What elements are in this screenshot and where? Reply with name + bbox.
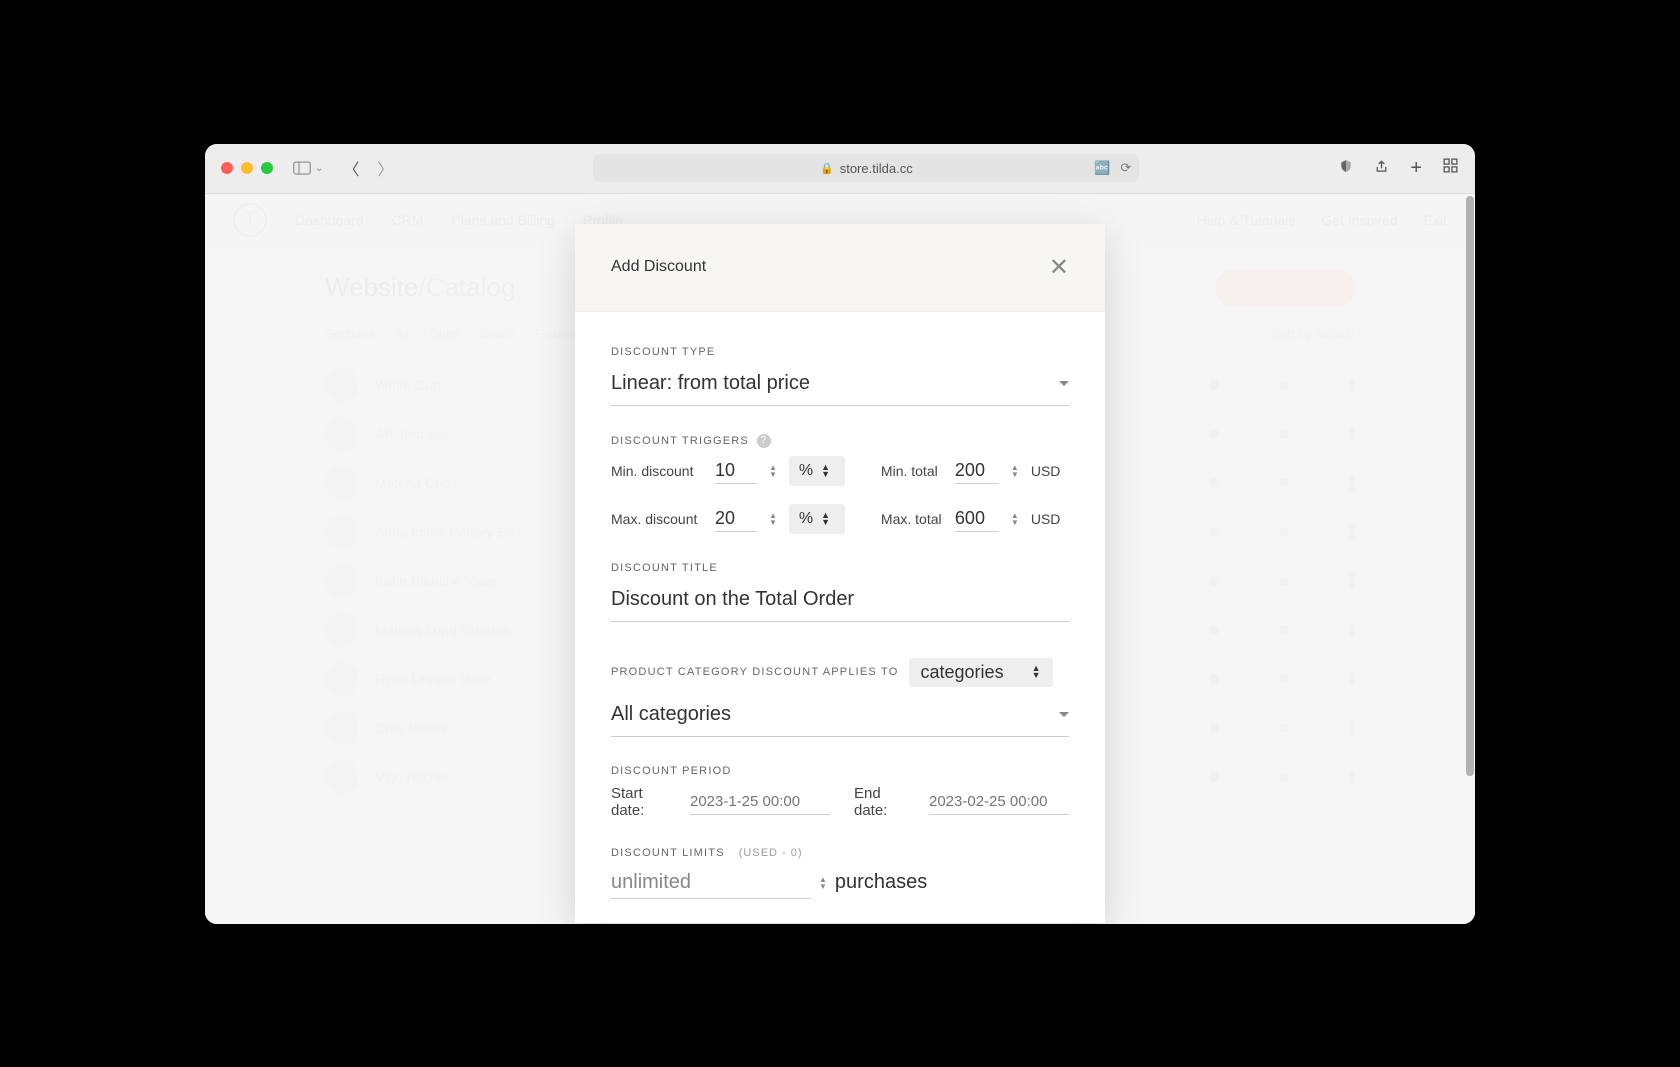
min-discount-label: Min. discount: [611, 463, 703, 479]
discount-type-value: Linear: from total price: [611, 372, 810, 395]
max-discount-input[interactable]: [715, 506, 757, 532]
lock-icon: 🔒: [820, 162, 834, 175]
back-button[interactable]: 〈: [343, 156, 359, 180]
unit-value: %: [799, 510, 813, 528]
window-controls: [221, 162, 273, 174]
nav-arrows: 〈 〉: [343, 156, 393, 180]
browser-toolbar: ⌄ 〈 〉 🔒 store.tilda.cc 🔤 ⟳ +: [205, 144, 1475, 194]
page-content: T Dashboard CRM Plans and Billing Profil…: [205, 194, 1475, 924]
stepper-icon[interactable]: ▲▼: [769, 464, 777, 478]
discount-title-input[interactable]: [611, 582, 1069, 622]
discount-type-label: DISCOUNT TYPE: [611, 346, 1069, 358]
discount-title-label: DISCOUNT TITLE: [611, 562, 1069, 574]
limits-used-text: (USED - 0): [739, 847, 803, 859]
min-discount-unit-select[interactable]: % ▲▼: [789, 456, 845, 486]
select-arrows-icon: ▲▼: [821, 512, 830, 526]
unit-value: %: [799, 462, 813, 480]
chevron-down-icon: ⌄: [315, 163, 323, 174]
start-date-input[interactable]: [690, 789, 830, 815]
tab-overview-icon[interactable]: [1442, 157, 1459, 179]
sidebar-toggle-button[interactable]: ⌄: [293, 161, 323, 175]
chevron-down-icon: [1059, 381, 1069, 386]
end-date-label: End date:: [854, 785, 905, 819]
max-currency-label: USD: [1031, 511, 1061, 527]
browser-window: ⌄ 〈 〉 🔒 store.tilda.cc 🔤 ⟳ +: [205, 144, 1475, 924]
address-bar[interactable]: 🔒 store.tilda.cc 🔤 ⟳: [593, 154, 1139, 182]
limits-label: DISCOUNT LIMITS (USED - 0): [611, 847, 1069, 859]
share-icon[interactable]: [1373, 157, 1390, 179]
modal-header: Add Discount ✕: [575, 224, 1105, 312]
forward-button[interactable]: 〉: [377, 156, 393, 180]
select-arrows-icon: ▲▼: [1032, 665, 1041, 679]
category-selection-dropdown[interactable]: All categories: [611, 697, 1069, 737]
translate-icon[interactable]: 🔤: [1094, 160, 1110, 176]
end-date-input[interactable]: [929, 789, 1069, 815]
category-selection-value: All categories: [611, 703, 731, 726]
max-total-input[interactable]: [955, 506, 999, 532]
toolbar-right: +: [1373, 157, 1459, 180]
category-scope-value: categories: [921, 662, 1004, 683]
max-total-label: Max. total: [881, 511, 943, 527]
min-trigger-row: Min. discount ▲▼ % ▲▼ Min. total ▲▼ USD: [611, 456, 1069, 486]
category-scope-select[interactable]: categories ▲▼: [909, 658, 1053, 687]
discount-type-dropdown[interactable]: Linear: from total price: [611, 366, 1069, 406]
period-label: DISCOUNT PERIOD: [611, 765, 1069, 777]
add-discount-modal: Add Discount ✕ DISCOUNT TYPE Linear: fro…: [575, 224, 1105, 923]
close-window-button[interactable]: [221, 162, 233, 174]
min-total-input[interactable]: [955, 458, 999, 484]
stepper-icon[interactable]: ▲▼: [1011, 512, 1019, 526]
min-discount-input[interactable]: [715, 458, 757, 484]
chevron-down-icon: [1059, 712, 1069, 717]
discount-triggers-label: DISCOUNT TRIGGERS ?: [611, 434, 1069, 448]
max-discount-label: Max. discount: [611, 511, 703, 527]
triggers-label-text: DISCOUNT TRIGGERS: [611, 435, 749, 447]
privacy-shield-icon[interactable]: [1339, 159, 1353, 178]
min-currency-label: USD: [1031, 463, 1061, 479]
scrollbar[interactable]: [1465, 194, 1475, 924]
limits-suffix: purchases: [835, 871, 927, 894]
category-label: PRODUCT CATEGORY DISCOUNT APPLIES TO: [611, 666, 899, 678]
limits-input[interactable]: [611, 867, 811, 899]
limits-row: ▲▼ purchases: [611, 867, 1069, 899]
modal-title: Add Discount: [611, 258, 706, 276]
select-arrows-icon: ▲▼: [821, 464, 830, 478]
refresh-icon[interactable]: ⟳: [1120, 160, 1131, 176]
min-total-label: Min. total: [881, 463, 943, 479]
stepper-icon[interactable]: ▲▼: [819, 876, 827, 890]
maximize-window-button[interactable]: [261, 162, 273, 174]
max-discount-unit-select[interactable]: % ▲▼: [789, 504, 845, 534]
stepper-icon[interactable]: ▲▼: [769, 512, 777, 526]
url-text: store.tilda.cc: [840, 161, 913, 176]
sidebar-icon: [293, 161, 311, 175]
start-date-label: Start date:: [611, 785, 666, 819]
period-row: Start date: End date:: [611, 785, 1069, 819]
new-tab-icon[interactable]: +: [1410, 157, 1422, 180]
limits-label-text: DISCOUNT LIMITS: [611, 847, 725, 859]
max-trigger-row: Max. discount ▲▼ % ▲▼ Max. total ▲▼ USD: [611, 504, 1069, 534]
help-icon[interactable]: ?: [757, 434, 771, 448]
stepper-icon[interactable]: ▲▼: [1011, 464, 1019, 478]
scrollbar-thumb[interactable]: [1466, 196, 1474, 776]
close-modal-button[interactable]: ✕: [1049, 253, 1069, 282]
minimize-window-button[interactable]: [241, 162, 253, 174]
modal-body: DISCOUNT TYPE Linear: from total price D…: [575, 312, 1105, 923]
